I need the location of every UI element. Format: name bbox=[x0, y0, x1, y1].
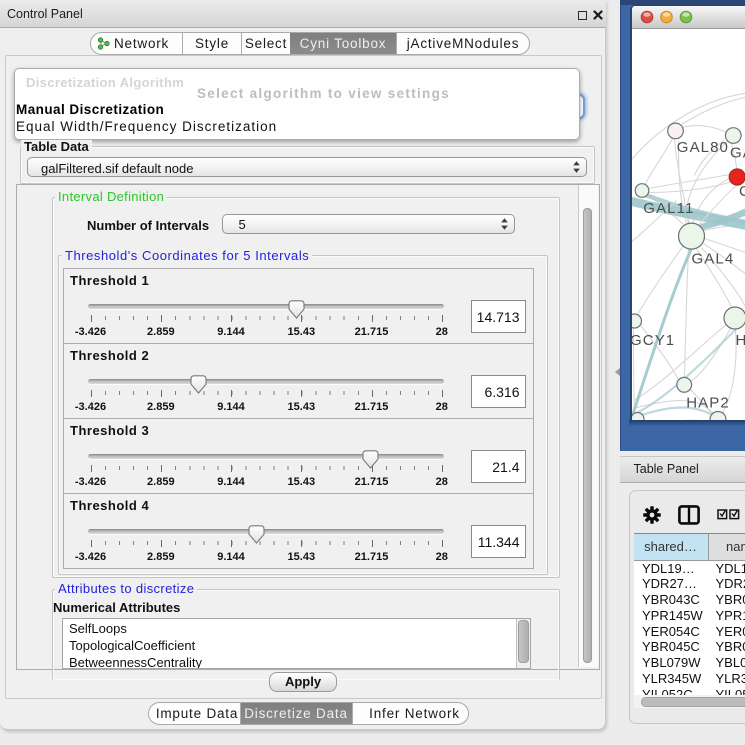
svg-text:C: C bbox=[739, 182, 745, 199]
svg-text:GAL4: GAL4 bbox=[691, 250, 734, 267]
svg-text:GAL11: GAL11 bbox=[643, 200, 694, 217]
svg-text:GAL4: GAL4 bbox=[730, 144, 745, 161]
svg-text:HAP2: HAP2 bbox=[686, 394, 730, 411]
svg-text:GAL80: GAL80 bbox=[676, 138, 728, 155]
svg-text:HIS7: HIS7 bbox=[735, 332, 745, 349]
svg-text:GCY1: GCY1 bbox=[632, 332, 675, 349]
